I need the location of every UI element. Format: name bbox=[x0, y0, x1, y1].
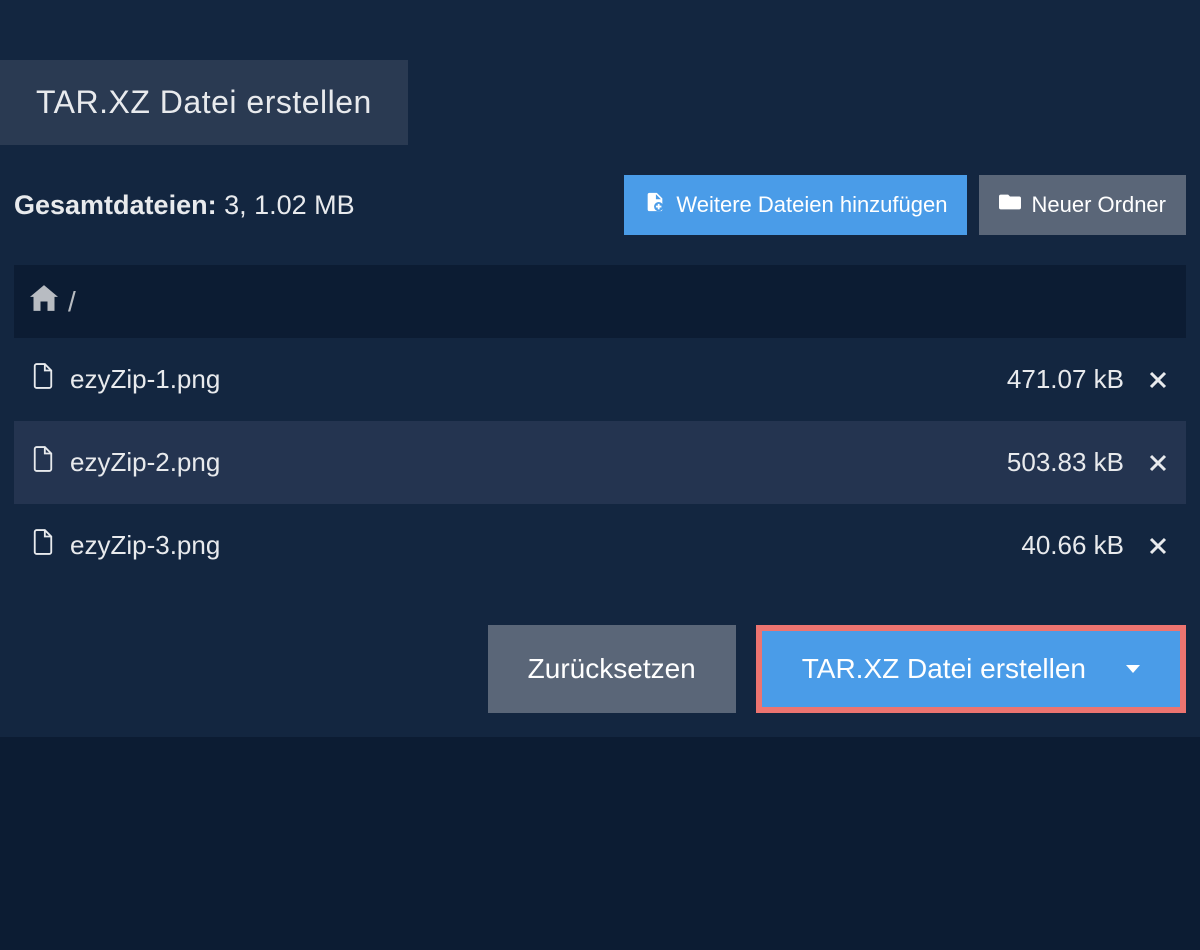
tab-create-tarxz[interactable]: TAR.XZ Datei erstellen bbox=[0, 60, 408, 145]
reset-label: Zurücksetzen bbox=[528, 653, 696, 684]
create-button-highlight: TAR.XZ Datei erstellen bbox=[756, 625, 1186, 713]
file-add-icon bbox=[644, 191, 666, 219]
new-folder-button[interactable]: Neuer Ordner bbox=[979, 175, 1186, 235]
reset-button[interactable]: Zurücksetzen bbox=[488, 625, 736, 713]
file-size: 40.66 kB bbox=[1021, 530, 1124, 561]
remove-file-button[interactable] bbox=[1148, 370, 1168, 390]
file-area: / ezyZip-1.png 471.07 kB bbox=[0, 265, 1200, 587]
folder-icon bbox=[999, 192, 1021, 218]
chevron-down-icon bbox=[1126, 665, 1140, 673]
breadcrumb[interactable]: / bbox=[14, 265, 1186, 338]
file-size: 471.07 kB bbox=[1007, 364, 1124, 395]
home-icon bbox=[30, 285, 58, 318]
file-name: ezyZip-1.png bbox=[70, 364, 991, 395]
toolbar: Gesamtdateien: 3, 1.02 MB Weitere Dateie… bbox=[0, 145, 1200, 265]
close-icon bbox=[1148, 370, 1168, 390]
file-row[interactable]: ezyZip-2.png 503.83 kB bbox=[14, 421, 1186, 504]
close-icon bbox=[1148, 536, 1168, 556]
new-folder-label: Neuer Ordner bbox=[1031, 192, 1166, 218]
remove-file-button[interactable] bbox=[1148, 453, 1168, 473]
file-name: ezyZip-2.png bbox=[70, 447, 991, 478]
add-files-button[interactable]: Weitere Dateien hinzufügen bbox=[624, 175, 967, 235]
file-size: 503.83 kB bbox=[1007, 447, 1124, 478]
breadcrumb-path: / bbox=[68, 286, 76, 318]
create-label: TAR.XZ Datei erstellen bbox=[802, 653, 1086, 685]
summary: Gesamtdateien: 3, 1.02 MB bbox=[14, 190, 355, 221]
file-icon bbox=[32, 445, 54, 480]
file-list: ezyZip-1.png 471.07 kB ezyZip-2.png 503.… bbox=[14, 338, 1186, 587]
add-files-label: Weitere Dateien hinzufügen bbox=[676, 192, 947, 218]
tab-bar: TAR.XZ Datei erstellen bbox=[0, 0, 1200, 145]
file-icon bbox=[32, 362, 54, 397]
close-icon bbox=[1148, 453, 1168, 473]
remove-file-button[interactable] bbox=[1148, 536, 1168, 556]
file-row[interactable]: ezyZip-1.png 471.07 kB bbox=[14, 338, 1186, 421]
summary-label: Gesamtdateien: bbox=[14, 190, 217, 220]
tab-label: TAR.XZ Datei erstellen bbox=[36, 84, 372, 120]
file-icon bbox=[32, 528, 54, 563]
file-name: ezyZip-3.png bbox=[70, 530, 1005, 561]
summary-value: 3, 1.02 MB bbox=[224, 190, 355, 220]
action-bar: Zurücksetzen TAR.XZ Datei erstellen bbox=[0, 587, 1200, 737]
create-tarxz-button[interactable]: TAR.XZ Datei erstellen bbox=[762, 631, 1180, 707]
toolbar-buttons: Weitere Dateien hinzufügen Neuer Ordner bbox=[624, 175, 1186, 235]
file-row[interactable]: ezyZip-3.png 40.66 kB bbox=[14, 504, 1186, 587]
